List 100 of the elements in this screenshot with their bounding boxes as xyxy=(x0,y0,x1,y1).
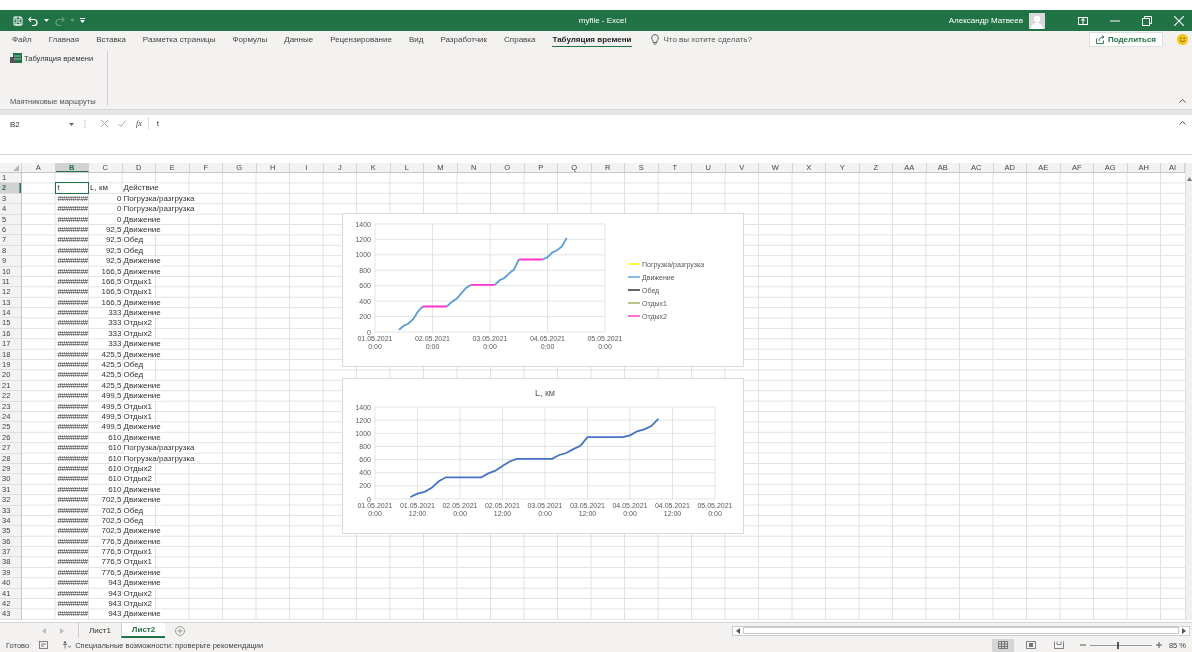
ribbon-display-icon[interactable] xyxy=(1078,16,1088,25)
macro-record-icon[interactable] xyxy=(39,641,49,649)
table-cell: 943 xyxy=(108,609,122,619)
ribbon-tab[interactable]: Вставка xyxy=(96,32,126,47)
scroll-left-icon[interactable] xyxy=(736,627,740,634)
table-cell: 92,5 xyxy=(105,235,122,245)
table-cell: 166,5 xyxy=(101,287,122,297)
collapse-formula-bar-icon[interactable] xyxy=(1179,121,1186,125)
table-cell: L, км xyxy=(90,183,108,193)
table-cell: 610 xyxy=(108,463,122,473)
window-title: myfile - Excel xyxy=(578,16,627,25)
scroll-right-icon[interactable] xyxy=(1182,627,1186,634)
table-cell: 943 xyxy=(108,599,122,608)
accessibility-icon[interactable] xyxy=(62,641,72,649)
table-cell: Обед xyxy=(123,505,145,515)
share-button[interactable]: Поделиться xyxy=(1089,32,1163,47)
ribbon-tab[interactable]: Табуляция времени xyxy=(552,32,632,47)
table-cell: 776,5 xyxy=(101,536,122,546)
sheet-tab[interactable]: Лист2 xyxy=(120,623,166,638)
table-cell: 776,5 xyxy=(101,557,122,567)
table-cell: Отдых2 xyxy=(123,318,153,328)
table-cell: t xyxy=(57,183,60,193)
table-cell: 425,5 xyxy=(101,360,122,370)
table-cell: Отдых1 xyxy=(123,276,153,287)
checkmark-icon[interactable] xyxy=(118,120,126,127)
insert-function-button[interactable]: fx xyxy=(134,117,149,130)
table-cell: Движение xyxy=(123,536,162,547)
vertical-scrollbar[interactable] xyxy=(1185,163,1192,620)
ribbon-tab[interactable]: Справка xyxy=(504,32,536,47)
cancel-icon[interactable] xyxy=(101,120,108,127)
table-cell: Погрузка/разгрузка xyxy=(123,204,196,214)
table-cell: 702,5 xyxy=(101,495,122,505)
grid-icon xyxy=(997,641,1008,649)
tell-me-field[interactable]: Что вы хотите сделать? xyxy=(663,35,784,44)
ribbon-tab[interactable]: Разработчик xyxy=(440,32,488,47)
table-cell: 92,5 xyxy=(105,256,122,266)
save-icon[interactable] xyxy=(13,15,23,26)
ribbon-tab[interactable]: Главная xyxy=(48,32,80,47)
name-box[interactable]: B2 xyxy=(10,117,80,131)
table-cell: Отдых2 xyxy=(123,588,153,599)
table-cell: 0 xyxy=(117,204,122,214)
add-sheet-icon[interactable] xyxy=(175,625,186,636)
table-cell: Обед xyxy=(123,370,145,380)
table-cell: 610 xyxy=(108,453,122,463)
table-cell: Погрузка/разгрузка xyxy=(123,193,196,204)
table-cell: Отдых1 xyxy=(123,412,153,422)
table-cell: 92,5 xyxy=(105,224,122,234)
zoom-in-icon[interactable] xyxy=(1155,642,1162,648)
table-cell: Движение xyxy=(123,266,162,276)
page-icon xyxy=(1025,641,1036,649)
page-break-icon xyxy=(1053,641,1064,649)
table-cell: 499,5 xyxy=(101,422,122,432)
table-cell: Обед xyxy=(123,360,145,370)
scroll-thumb[interactable] xyxy=(743,627,1179,634)
table-cell: Движение xyxy=(123,484,162,495)
formula-field[interactable]: t xyxy=(154,115,1179,128)
spreadsheet-icon xyxy=(10,53,22,63)
scroll-up-icon[interactable] xyxy=(1186,177,1192,181)
table-cell: Отдых2 xyxy=(123,474,153,484)
table-cell: Движение xyxy=(123,297,162,308)
ribbon-tab[interactable]: Формулы xyxy=(232,32,268,47)
zoom-slider-thumb[interactable] xyxy=(1116,641,1119,649)
table-cell: 166,5 xyxy=(101,266,122,276)
minimize-icon[interactable] xyxy=(1110,19,1120,22)
table-cell: 610 xyxy=(108,443,122,453)
user-name[interactable]: Александр Матвеев xyxy=(948,16,1023,25)
table-cell: 425,5 xyxy=(101,349,122,359)
table-cell: 943 xyxy=(108,588,122,598)
table-cell: 610 xyxy=(108,474,122,484)
table-cell: 333 xyxy=(108,318,122,328)
ribbon-tab[interactable]: Файл xyxy=(12,32,32,47)
table-cell: 702,5 xyxy=(101,526,122,536)
restore-icon[interactable] xyxy=(1142,15,1152,26)
table-cell: 499,5 xyxy=(101,401,122,411)
ribbon-tab[interactable]: Вид xyxy=(408,32,424,47)
customize-icon[interactable] xyxy=(80,17,85,24)
smiley-icon[interactable] xyxy=(1177,34,1188,45)
table-cell: Отдых1 xyxy=(123,401,153,411)
table-cell: Движение xyxy=(123,308,162,318)
ribbon-tab[interactable]: Разметка страницы xyxy=(142,32,216,47)
table-cell: Движение xyxy=(123,526,162,536)
active-cell-border[interactable]: t xyxy=(54,182,89,194)
table-cell: 702,5 xyxy=(101,505,122,515)
table-cell: Движение xyxy=(123,224,162,235)
caret-icon[interactable] xyxy=(44,18,49,23)
table-cell: 610 xyxy=(108,432,122,442)
close-icon[interactable] xyxy=(1174,15,1184,26)
table-cell: Отдых1 xyxy=(123,547,153,557)
horizontal-scrollbar[interactable] xyxy=(732,625,1190,636)
collapse-ribbon-icon[interactable] xyxy=(1179,99,1186,103)
ribbon-tab[interactable]: Данные xyxy=(284,32,314,47)
table-cell: 425,5 xyxy=(101,380,122,390)
table-cell: Отдых1 xyxy=(123,287,153,297)
normal-view-button[interactable] xyxy=(991,638,1014,652)
table-cell: Движение xyxy=(123,349,162,360)
undo-icon[interactable] xyxy=(28,15,39,26)
table-cell: Движение xyxy=(123,422,162,432)
ribbon-tab[interactable]: Рецензирование xyxy=(330,32,392,47)
avatar-icon[interactable] xyxy=(1029,12,1045,29)
table-cell: 92,5 xyxy=(105,245,122,255)
